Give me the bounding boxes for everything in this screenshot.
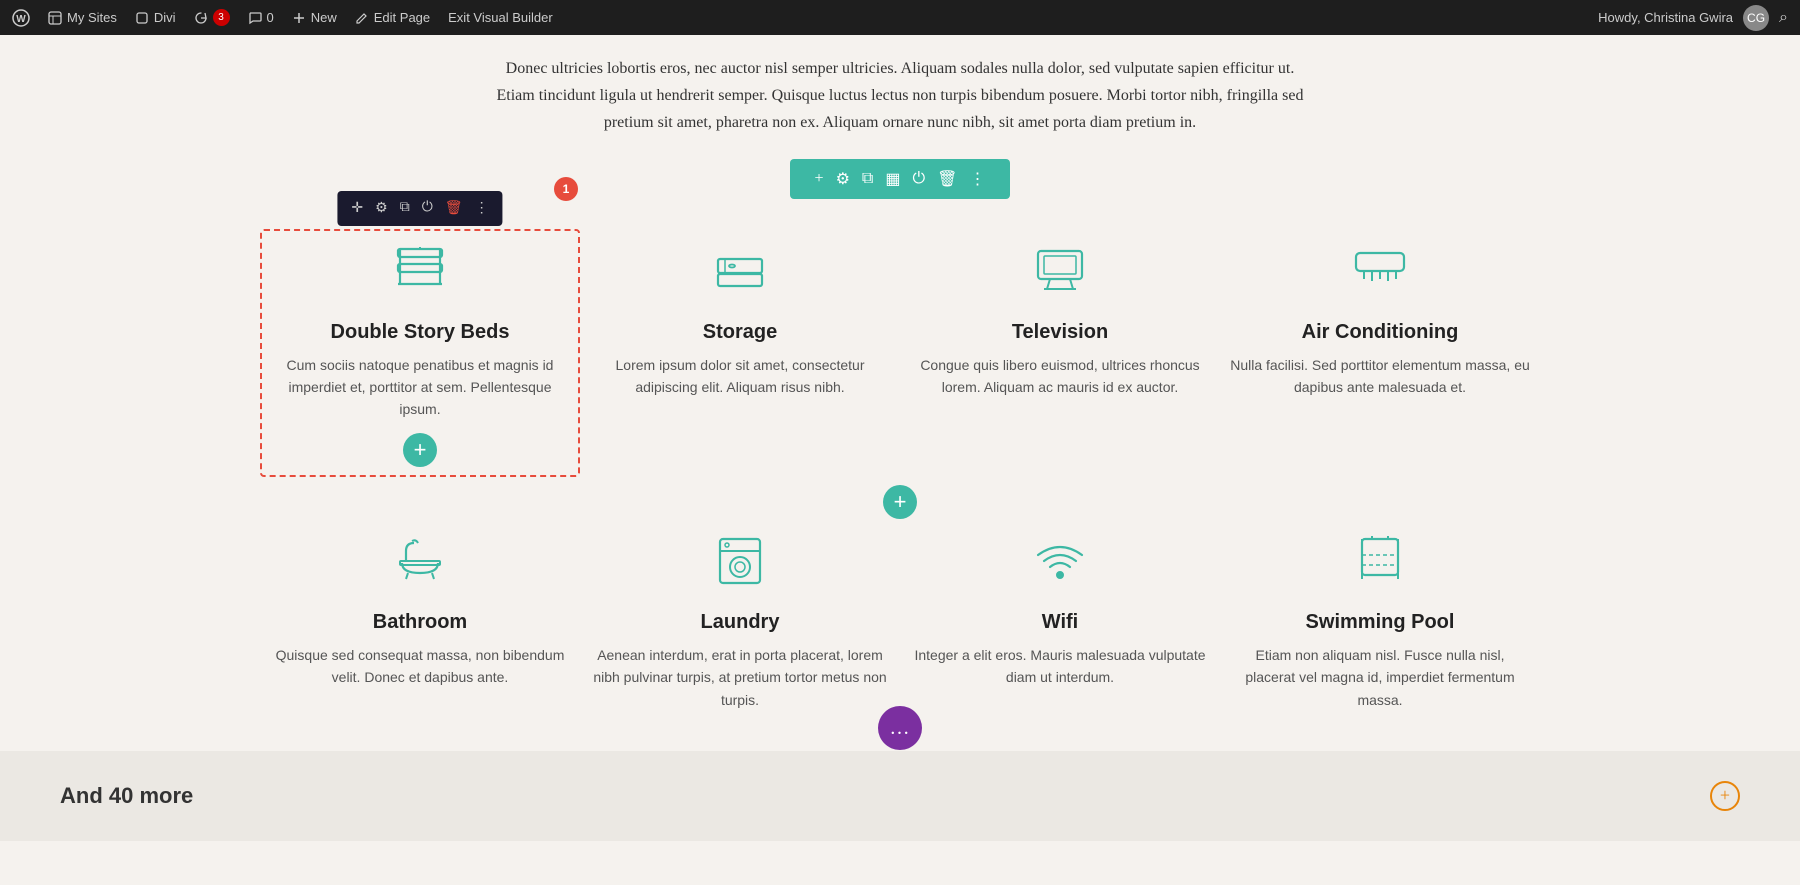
add-row-area: + xyxy=(270,485,1530,519)
laundry-desc: Aenean interdum, erat in porta placerat,… xyxy=(590,644,890,711)
feature-air-conditioning: Air Conditioning Nulla facilisi. Sed por… xyxy=(1230,239,1530,467)
and-more-banner: And 40 more + xyxy=(0,751,1800,841)
add-below-button[interactable]: + xyxy=(403,433,437,467)
settings-tool-icon[interactable]: ⚙ xyxy=(836,169,850,189)
power-module-icon[interactable]: ⏻ xyxy=(418,197,437,219)
laundry-title: Laundry xyxy=(701,611,780,634)
divi-item[interactable]: Divi xyxy=(135,10,176,25)
duplicate-module-icon[interactable]: ⧉ xyxy=(396,197,414,219)
duplicate-tool-icon[interactable]: ⧉ xyxy=(862,170,873,188)
double-story-beds-title: Double Story Beds xyxy=(331,321,510,344)
features-grid: ✛ ⚙ ⧉ ⏻ 🗑 ⋮ 1 xyxy=(270,239,1530,467)
feature-television: Television Congue quis libero euismod, u… xyxy=(910,239,1210,467)
notification-badge: 1 xyxy=(554,177,578,201)
howdy-text: Howdy, Christina Gwira xyxy=(1598,10,1733,25)
my-sites-item[interactable]: My Sites xyxy=(48,10,117,25)
more-tool-icon[interactable]: ⋮ xyxy=(969,169,985,189)
air-conditioning-desc: Nulla facilisi. Sed porttitor elementum … xyxy=(1230,354,1530,399)
feature-storage: Storage Lorem ipsum dolor sit amet, cons… xyxy=(590,239,890,467)
banner-add-button[interactable]: + xyxy=(1710,781,1740,811)
feature-bathroom: Bathroom Quisque sed consequat massa, no… xyxy=(270,529,570,711)
laundry-icon xyxy=(710,529,770,597)
swimming-pool-desc: Etiam non aliquam nisl. Fusce nulla nisl… xyxy=(1230,644,1530,711)
feature-laundry: Laundry Aenean interdum, erat in porta p… xyxy=(590,529,890,711)
double-story-beds-desc: Cum sociis natoque penatibus et magnis i… xyxy=(270,354,570,421)
wp-icon[interactable]: W xyxy=(12,9,30,27)
intro-text-block: Donec ultricies lobortis eros, nec aucto… xyxy=(490,35,1310,147)
section-toolbar: + ⚙ ⧉ ▦ ⏻ 🗑 ⋮ xyxy=(790,159,1010,199)
bathroom-desc: Quisque sed consequat massa, non bibendu… xyxy=(270,644,570,689)
ac-icon xyxy=(1350,239,1410,307)
features-section: ✛ ⚙ ⧉ ⏻ 🗑 ⋮ 1 xyxy=(230,219,1570,731)
storage-desc: Lorem ipsum dolor sit amet, consectetur … xyxy=(590,354,890,399)
trash-tool-icon[interactable]: 🗑 xyxy=(937,169,957,189)
main-content: Donec ultricies lobortis eros, nec aucto… xyxy=(0,35,1800,881)
wifi-desc: Integer a elit eros. Mauris malesuada vu… xyxy=(910,644,1210,689)
add-tool-icon[interactable]: + xyxy=(815,170,824,188)
more-module-icon[interactable]: ⋮ xyxy=(471,197,493,220)
pool-icon xyxy=(1350,529,1410,597)
bunk-bed-icon xyxy=(390,239,450,307)
add-row-button[interactable]: + xyxy=(883,485,917,519)
bathroom-title: Bathroom xyxy=(373,611,467,634)
wifi-icon xyxy=(1030,529,1090,597)
air-conditioning-title: Air Conditioning xyxy=(1302,321,1459,344)
power-tool-icon[interactable]: ⏻ xyxy=(912,170,925,188)
feature-swimming-pool: Swimming Pool Etiam non aliquam nisl. Fu… xyxy=(1230,529,1530,711)
module-toolbar: ✛ ⚙ ⧉ ⏻ 🗑 ⋮ xyxy=(337,191,502,226)
intro-paragraph: Donec ultricies lobortis eros, nec aucto… xyxy=(490,55,1310,137)
delete-module-icon[interactable]: 🗑 xyxy=(441,197,467,220)
television-desc: Congue quis libero euismod, ultrices rho… xyxy=(910,354,1210,399)
wifi-title: Wifi xyxy=(1042,611,1078,634)
visual-builder-menu-button[interactable]: … xyxy=(878,706,922,750)
comments-item[interactable]: 0 xyxy=(248,10,274,25)
search-icon[interactable]: ⌕ xyxy=(1779,9,1788,27)
move-icon[interactable]: ✛ xyxy=(347,197,367,220)
updates-item[interactable]: 3 xyxy=(194,9,230,26)
admin-bar: W My Sites Divi 3 0 New Edit Page Exit V… xyxy=(0,0,1800,35)
tv-icon xyxy=(1030,239,1090,307)
storage-title: Storage xyxy=(703,321,777,344)
feature-wifi: Wifi Integer a elit eros. Mauris malesua… xyxy=(910,529,1210,711)
storage-icon xyxy=(710,239,770,307)
exit-builder-item[interactable]: Exit Visual Builder xyxy=(448,10,553,25)
feature-double-story-beds: ✛ ⚙ ⧉ ⏻ 🗑 ⋮ 1 xyxy=(270,239,570,467)
svg-text:W: W xyxy=(16,14,26,25)
features-grid-row2: Bathroom Quisque sed consequat massa, no… xyxy=(270,529,1530,711)
new-item[interactable]: New xyxy=(292,10,337,25)
and-more-text: And 40 more xyxy=(60,783,193,809)
edit-page-item[interactable]: Edit Page xyxy=(355,10,430,25)
television-title: Television xyxy=(1012,321,1108,344)
swimming-pool-title: Swimming Pool xyxy=(1306,611,1455,634)
settings-module-icon[interactable]: ⚙ xyxy=(371,197,392,220)
admin-bar-right: Howdy, Christina Gwira CG ⌕ xyxy=(1598,5,1788,31)
bath-icon xyxy=(390,529,450,597)
admin-avatar[interactable]: CG xyxy=(1743,5,1769,31)
grid-tool-icon[interactable]: ▦ xyxy=(885,169,900,189)
